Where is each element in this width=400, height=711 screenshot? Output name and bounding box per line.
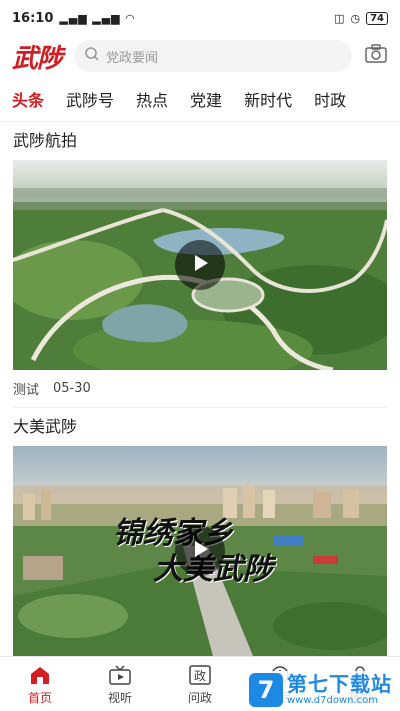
tab-hotspot[interactable]: 热点 xyxy=(136,87,168,111)
news-card[interactable]: 武陟航拍 测试 05-30 xyxy=(0,122,400,408)
status-bar: 16:10 ▂▄▆ ▂▄▆ ◠ ◫ ◷ 74 xyxy=(0,0,400,36)
signal-icon: ▂▄▆ ▂▄▆ ◠ xyxy=(59,11,136,25)
tab-party[interactable]: 党建 xyxy=(190,87,222,111)
nav-video-label: 视听 xyxy=(107,690,132,705)
watermark-url: www.d7down.com xyxy=(287,695,379,706)
tab-new-era[interactable]: 新时代 xyxy=(244,87,292,111)
camera-icon xyxy=(365,44,387,68)
watermark-name: 第七下载站 xyxy=(287,672,392,696)
card-source: 测试 xyxy=(13,383,40,398)
svg-text:政: 政 xyxy=(194,669,206,683)
home-icon xyxy=(28,663,52,687)
card-title: 武陟航拍 xyxy=(13,131,78,150)
tab-politics[interactable]: 时政 xyxy=(314,87,346,111)
category-tabs: 头条 武陟号 热点 党建 新时代 时政 xyxy=(0,76,400,122)
watermark-badge: 7 xyxy=(249,673,283,707)
alarm-icon: ◷ xyxy=(350,11,361,25)
status-time: 16:10 xyxy=(12,10,54,26)
tab-wuzhihao[interactable]: 武陟号 xyxy=(66,87,114,111)
news-card[interactable]: 大美武陟 锦绣家乡 xyxy=(0,408,400,656)
politics-icon: 政 xyxy=(188,663,212,687)
video-thumbnail[interactable]: 锦绣家乡 大美武陟 xyxy=(13,446,387,656)
vibrate-icon: ◫ xyxy=(334,11,345,25)
site-watermark: 7 第七下载站 www.d7down.com xyxy=(245,671,396,709)
nav-politics-label: 问政 xyxy=(187,690,212,705)
video-thumbnail[interactable] xyxy=(13,160,387,370)
tab-toutiao[interactable]: 头条 xyxy=(12,87,44,111)
status-right: ◫ ◷ 74 xyxy=(334,11,388,25)
app-header: 武陟 党政要闻 xyxy=(0,36,400,76)
app-logo: 武陟 xyxy=(12,43,63,74)
search-placeholder: 党政要闻 xyxy=(106,50,159,66)
tv-icon xyxy=(108,663,132,687)
nav-politics[interactable]: 政 问政 xyxy=(160,657,240,711)
nav-video[interactable]: 视听 xyxy=(80,657,160,711)
play-button[interactable] xyxy=(175,526,225,576)
watermark-text: 第七下载站 www.d7down.com xyxy=(287,674,392,706)
play-icon xyxy=(189,252,211,278)
nav-home-label: 首页 xyxy=(27,690,52,705)
card-meta: 测试 05-30 xyxy=(13,370,387,408)
search-icon xyxy=(84,46,100,66)
card-date: 05-30 xyxy=(53,381,91,396)
play-icon xyxy=(189,538,211,564)
card-title: 大美武陟 xyxy=(13,417,78,436)
news-feed: 武陟航拍 测试 05-30 大美武陟 锦绣家乡 xyxy=(0,122,400,656)
battery-indicator: 74 xyxy=(366,11,388,25)
search-bar[interactable]: 党政要闻 xyxy=(74,40,352,72)
camera-button[interactable] xyxy=(364,44,388,68)
nav-home[interactable]: 首页 xyxy=(0,657,80,711)
play-button[interactable] xyxy=(175,240,225,290)
